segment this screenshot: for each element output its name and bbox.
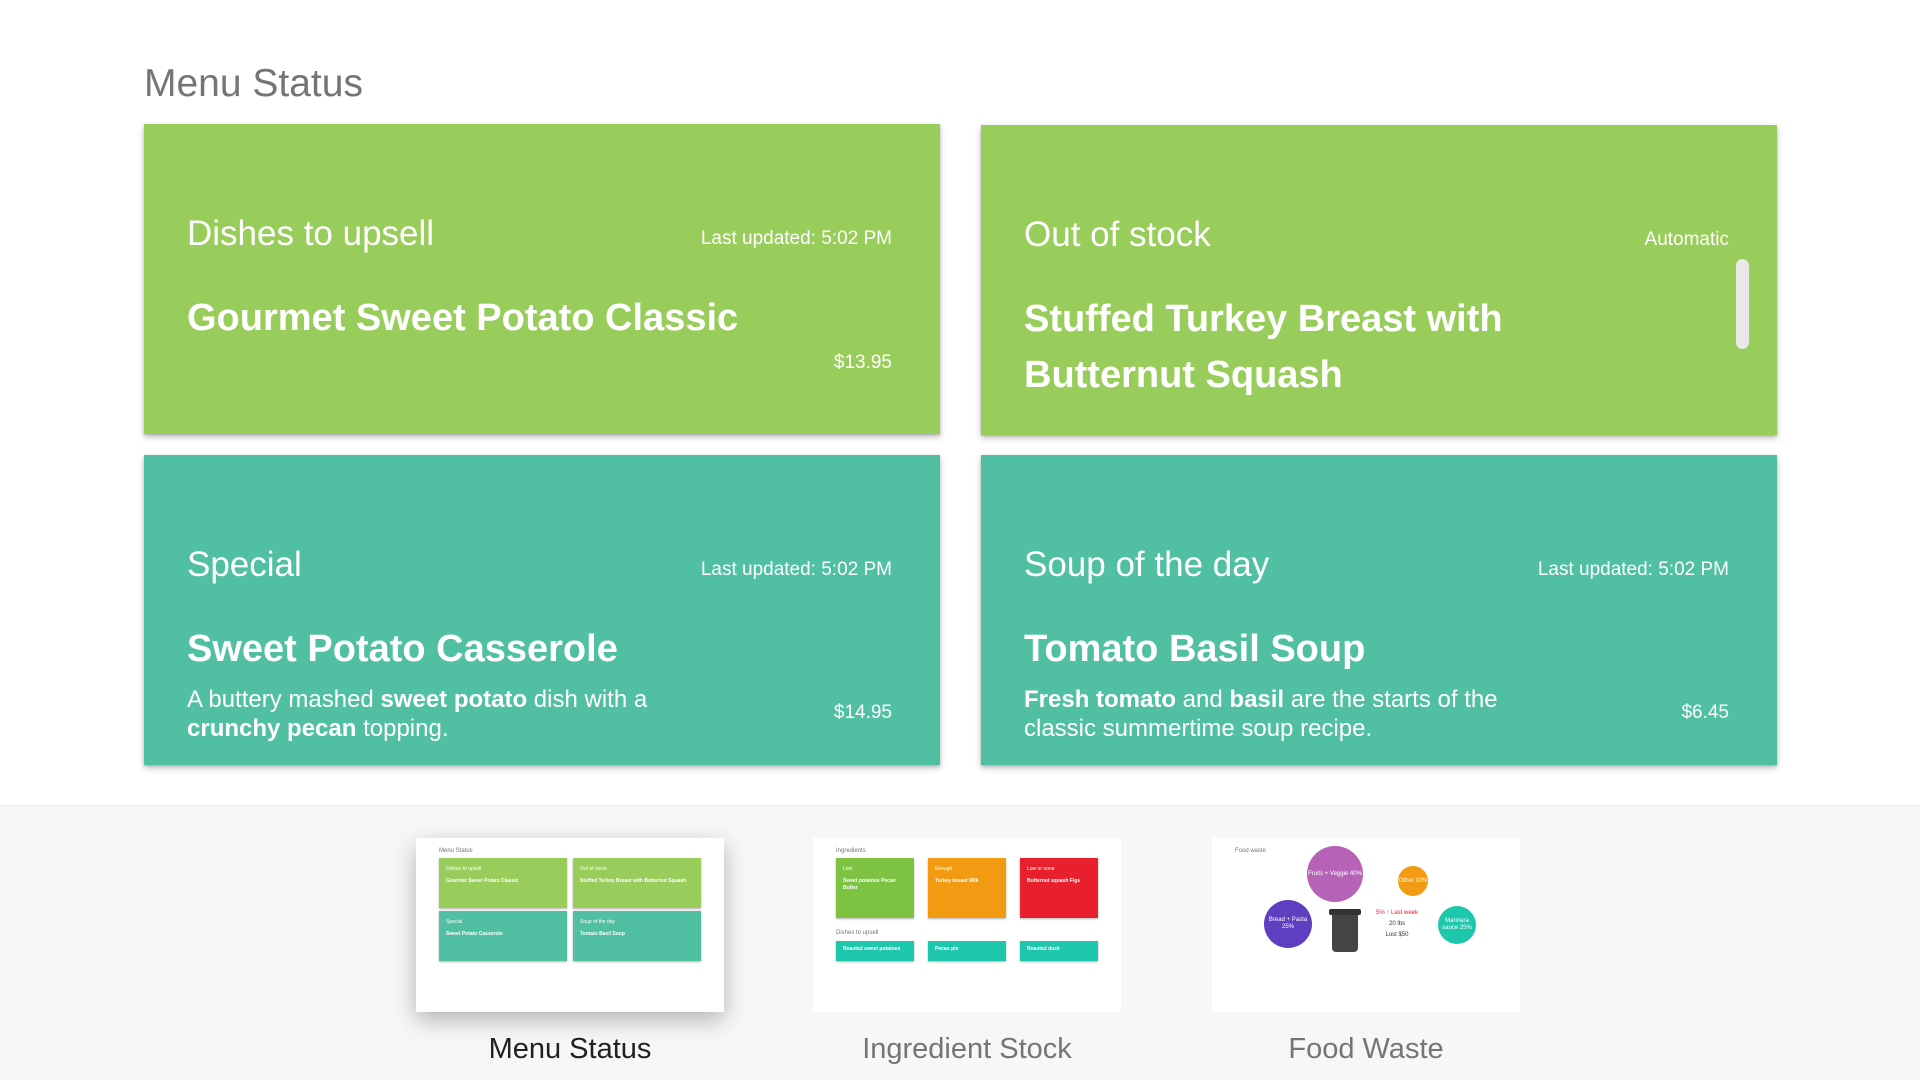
tray-label-ingredient-stock[interactable]: Ingredient Stock xyxy=(813,1033,1121,1066)
tray-label-food-waste[interactable]: Food Waste xyxy=(1212,1033,1520,1066)
thumbnail-menu-status[interactable]: Menu Status Dishes to upsell Gourmet Swe… xyxy=(416,838,724,1012)
thumb-title: Menu Status xyxy=(439,848,473,854)
mini-card: Low or none Butternut squash Figs xyxy=(1020,858,1098,918)
trash-bin-icon xyxy=(1329,909,1361,952)
waste-bubble-bread: Bread + Pasta 25% xyxy=(1264,900,1312,948)
card-category: Soup of the day xyxy=(1024,545,1270,584)
mini-card-dish: Sweet Potato Casserole xyxy=(446,931,503,937)
dish-name: Gourmet Sweet Potato Classic xyxy=(187,297,739,339)
mini-card-dish: Stuffed Turkey Breast with Butternut Squ… xyxy=(580,878,687,884)
mini-card-heading: Out of stock xyxy=(580,866,607,872)
card-scrollbar[interactable] xyxy=(1736,259,1749,349)
mini-card: Special Sweet Potato Casserole xyxy=(439,911,567,961)
mini-card-heading: Soup of the day xyxy=(580,919,616,925)
mini-card-heading: Dishes to upsell xyxy=(446,866,482,872)
dish-price: $14.95 xyxy=(833,702,892,723)
waste-stats: 5% ↑ Last week 20 lbs Lost $50 xyxy=(1362,908,1432,941)
mini-card: Dishes to upsell Gourmet Sweet Potato Cl… xyxy=(439,858,567,908)
dish-price: $13.95 xyxy=(833,352,892,373)
waste-bubble-other: Other 10% xyxy=(1398,866,1428,896)
mini-upsell: Roasted sweet potatoes xyxy=(836,941,914,961)
dish-description: A buttery mashed sweet potato dish with … xyxy=(187,686,648,742)
menu-status-screen: Menu Status Dishes to upsell Last update… xyxy=(0,0,1920,1080)
mini-card: Soup of the day Tomato Basil Soup xyxy=(573,911,701,961)
mini-card-heading: Lots xyxy=(843,866,853,872)
mini-card-heading: Low or none xyxy=(1027,866,1055,872)
thumb-subtitle: Dishes to upsell xyxy=(836,930,879,936)
card-soup-of-the-day[interactable]: Soup of the day Last updated: 5:02 PM To… xyxy=(981,455,1777,765)
thumb-title: Food waste xyxy=(1235,848,1267,854)
mini-upsell: Pecan pie xyxy=(928,941,1006,961)
mini-card: Lots Sweet potatoes Pecan Butter xyxy=(836,858,914,918)
card-category: Dishes to upsell xyxy=(187,214,435,253)
thumbnail-food-waste[interactable]: Food waste Fruits + Veggie 40% Other 10%… xyxy=(1212,838,1520,1012)
last-updated-label: Last updated: 5:02 PM xyxy=(1537,559,1729,580)
mini-card: Enough Turkey breast Milk xyxy=(928,858,1006,918)
card-out-of-stock[interactable]: Out of stock Automatic Stuffed Turkey Br… xyxy=(981,125,1777,435)
last-updated-label: Last updated: 5:02 PM xyxy=(700,559,892,580)
card-dishes-to-upsell[interactable]: Dishes to upsell Last updated: 5:02 PM G… xyxy=(144,124,940,434)
mini-card-items: Sweet potatoes Pecan Butter xyxy=(843,878,896,891)
mini-upsell: Roasted duck xyxy=(1020,941,1098,961)
mini-upsell-label: Roasted duck xyxy=(1027,946,1060,952)
waste-lost: Lost $50 xyxy=(1385,932,1409,938)
dish-price: $6.45 xyxy=(1681,702,1729,723)
mini-card-heading: Enough xyxy=(935,866,953,872)
waste-weight: 20 lbs xyxy=(1388,921,1405,927)
mini-upsell-label: Pecan pie xyxy=(935,946,959,952)
screen-switcher-tray: Menu Status Dishes to upsell Gourmet Swe… xyxy=(0,805,1920,1080)
mini-upsell-label: Roasted sweet potatoes xyxy=(843,946,901,952)
last-updated-label: Last updated: 5:02 PM xyxy=(700,228,892,249)
dish-description: Fresh tomato and basil are the starts of… xyxy=(1024,686,1498,742)
dish-name: Stuffed Turkey Breast with Butternut Squ… xyxy=(1024,298,1503,396)
dish-name: Tomato Basil Soup xyxy=(1024,628,1366,670)
mini-card: Out of stock Stuffed Turkey Breast with … xyxy=(573,858,701,908)
thumb-title: Ingredients xyxy=(836,848,866,854)
page-title: Menu Status xyxy=(144,62,363,105)
automatic-label: Automatic xyxy=(1644,229,1729,250)
card-category: Special xyxy=(187,545,302,584)
mini-card-items: Turkey breast Milk xyxy=(935,878,979,884)
mini-card-dish: Tomato Basil Soup xyxy=(580,931,625,937)
waste-change: 5% ↑ Last week xyxy=(1375,910,1419,916)
waste-bubble-marinara: Marinara sauce 25% xyxy=(1438,906,1476,944)
tray-label-menu-status[interactable]: Menu Status xyxy=(416,1033,724,1066)
waste-bubble-fruits: Fruits + Veggie 40% xyxy=(1307,846,1363,902)
mini-card-items: Butternut squash Figs xyxy=(1027,878,1081,884)
thumbnail-ingredient-stock[interactable]: Ingredients Lots Sweet potatoes Pecan Bu… xyxy=(813,838,1121,1012)
mini-card-dish: Gourmet Sweet Potato Classic xyxy=(446,878,519,884)
card-category: Out of stock xyxy=(1024,215,1211,254)
mini-card-heading: Special xyxy=(446,919,463,925)
card-special[interactable]: Special Last updated: 5:02 PM Sweet Pota… xyxy=(144,455,940,765)
dish-name: Sweet Potato Casserole xyxy=(187,628,618,670)
